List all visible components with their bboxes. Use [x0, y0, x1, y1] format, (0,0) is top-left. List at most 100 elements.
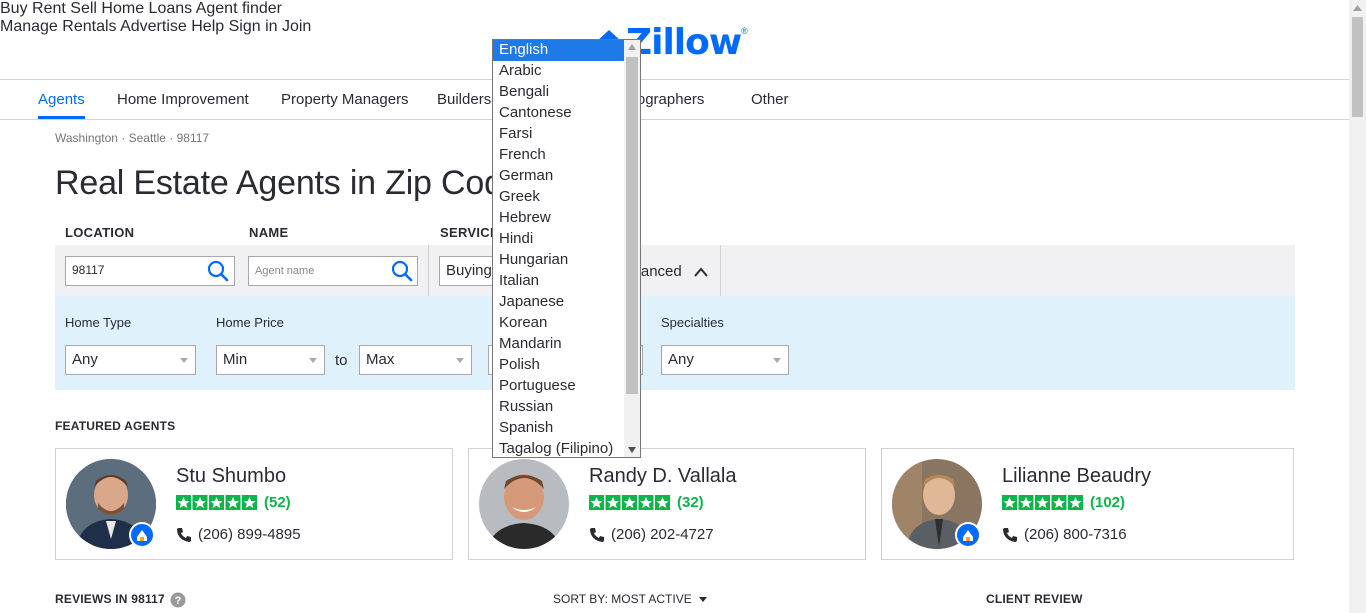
tab-builders[interactable]: Builders	[437, 91, 491, 108]
agent-phone[interactable]: (206) 202-4727	[589, 526, 714, 543]
language-option[interactable]: English	[493, 40, 624, 61]
agent-phone[interactable]: (206) 899-4895	[176, 526, 301, 543]
language-option[interactable]: Arabic	[493, 61, 624, 82]
language-option[interactable]: Cantonese	[493, 103, 624, 124]
phone-icon	[590, 527, 604, 542]
nav-advertise[interactable]: Advertise	[120, 18, 187, 35]
service-select-value: Buying	[446, 262, 492, 279]
language-option[interactable]: Mandarin	[493, 334, 624, 355]
agent-name-placeholder: Agent name	[255, 265, 315, 277]
language-option[interactable]: Russian	[493, 397, 624, 418]
logo-wordmark: Zillow	[626, 22, 742, 63]
price-to-label: to	[335, 352, 348, 369]
nav-sell[interactable]: Sell	[70, 0, 97, 17]
review-count[interactable]: (32)	[677, 494, 704, 511]
scroll-down-arrow-icon[interactable]	[628, 447, 636, 453]
tab-home-improvement[interactable]: Home Improvement	[117, 91, 249, 108]
five-star-rating-icon	[589, 494, 670, 510]
nav-buy[interactable]: Buy	[0, 0, 28, 17]
agent-phone[interactable]: (206) 800-7316	[1002, 526, 1127, 543]
nav-home-loans[interactable]: Home Loans	[101, 0, 192, 17]
top-header: Buy Rent Sell Home Loans Agent finder Zi…	[0, 0, 1349, 80]
nav-agent-finder[interactable]: Agent finder	[196, 0, 282, 17]
max-price-value: Max	[366, 351, 395, 368]
search-icon[interactable]	[207, 260, 229, 282]
chevron-up-icon[interactable]	[693, 266, 709, 278]
agent-rating: (32)	[589, 494, 704, 511]
featured-agents-heading: FEATURED AGENTS	[55, 419, 176, 433]
language-option[interactable]: Bengali	[493, 82, 624, 103]
nav-manage-rentals[interactable]: Manage Rentals	[0, 18, 117, 35]
home-type-select[interactable]: Any	[65, 345, 196, 375]
caret-down-icon	[456, 358, 464, 363]
language-option[interactable]: Portuguese	[493, 376, 624, 397]
phone-number: (206) 899-4895	[198, 526, 301, 543]
language-option[interactable]: Hindi	[493, 229, 624, 250]
home-price-label: Home Price	[216, 315, 284, 330]
agent-name[interactable]: Lilianne Beaudry	[1002, 465, 1151, 488]
agent-name[interactable]: Randy D. Vallala	[589, 465, 736, 488]
language-option[interactable]: Spanish	[493, 418, 624, 439]
max-price-select[interactable]: Max	[359, 345, 472, 375]
agent-card[interactable]: Randy D. Vallala (32) (206) 202-4727	[468, 448, 866, 560]
language-option[interactable]: Hungarian	[493, 250, 624, 271]
review-count[interactable]: (52)	[264, 494, 291, 511]
professional-type-nav: Agents Home Improvement Property Manager…	[0, 80, 1349, 120]
main-nav-left: Buy Rent Sell Home Loans Agent finder	[0, 0, 1349, 18]
name-label: NAME	[249, 225, 289, 240]
agent-rating: (52)	[176, 494, 291, 511]
dropdown-scrollbar[interactable]	[624, 40, 640, 457]
help-icon[interactable]: ?	[170, 592, 186, 608]
tab-property-managers[interactable]: Property Managers	[281, 91, 409, 108]
specialties-select[interactable]: Any	[661, 345, 789, 375]
caret-down-icon	[309, 358, 317, 363]
phone-number: (206) 800-7316	[1024, 526, 1127, 543]
agent-name[interactable]: Stu Shumbo	[176, 465, 286, 488]
client-review-heading: CLIENT REVIEW	[986, 592, 1083, 606]
language-option[interactable]: Hebrew	[493, 208, 624, 229]
scroll-up-arrow-icon[interactable]	[628, 44, 636, 50]
agent-card[interactable]: Stu Shumbo (52) (206) 899-4895	[55, 448, 453, 560]
page-scroll-thumb[interactable]	[1352, 17, 1363, 117]
premier-agent-badge-icon	[955, 522, 981, 548]
nav-rent[interactable]: Rent	[32, 0, 66, 17]
search-icon[interactable]	[391, 260, 413, 282]
language-dropdown-list[interactable]: English Arabic Bengali Cantonese Farsi F…	[492, 39, 641, 458]
review-count[interactable]: (102)	[1090, 494, 1125, 511]
sort-dropdown[interactable]: SORT BY: MOST ACTIVE	[553, 592, 692, 606]
language-option[interactable]: Italian	[493, 271, 624, 292]
dropdown-scroll-thumb[interactable]	[626, 57, 638, 394]
language-option[interactable]: Polish	[493, 355, 624, 376]
language-option[interactable]: Greek	[493, 187, 624, 208]
page-scrollbar[interactable]	[1349, 0, 1366, 613]
language-option[interactable]: French	[493, 145, 624, 166]
language-option[interactable]: German	[493, 166, 624, 187]
language-option[interactable]: Tagalog (Filipino)	[493, 439, 624, 457]
tab-agents[interactable]: Agents	[38, 91, 85, 108]
location-label: LOCATION	[65, 225, 135, 240]
breadcrumb[interactable]: Washington · Seattle · 98117	[55, 131, 209, 145]
agent-card[interactable]: Lilianne Beaudry (102) (206) 800-7316	[881, 448, 1294, 560]
reviews-heading: REVIEWS IN 98117	[55, 592, 165, 606]
sort-label: SORT BY: MOST ACTIVE	[553, 592, 692, 606]
nav-join[interactable]: Join	[282, 18, 311, 35]
min-price-value: Min	[223, 351, 248, 368]
specialties-label: Specialties	[661, 315, 724, 330]
min-price-select[interactable]: Min	[216, 345, 325, 375]
agent-rating: (102)	[1002, 494, 1125, 511]
active-tab-underline	[38, 116, 85, 119]
caret-down-icon	[699, 597, 707, 602]
phone-icon	[1003, 527, 1017, 542]
home-type-value: Any	[72, 351, 98, 368]
tab-other[interactable]: Other	[751, 91, 789, 108]
language-option[interactable]: Farsi	[493, 124, 624, 145]
five-star-rating-icon	[1002, 494, 1083, 510]
nav-help[interactable]: Help	[191, 18, 224, 35]
language-option[interactable]: Korean	[493, 313, 624, 334]
nav-sign-in[interactable]: Sign in	[229, 18, 278, 35]
language-option[interactable]: Japanese	[493, 292, 624, 313]
home-type-label: Home Type	[65, 315, 132, 330]
scroll-up-arrow-icon[interactable]	[1353, 5, 1362, 11]
five-star-rating-icon	[176, 494, 257, 510]
search-divider	[428, 245, 429, 296]
